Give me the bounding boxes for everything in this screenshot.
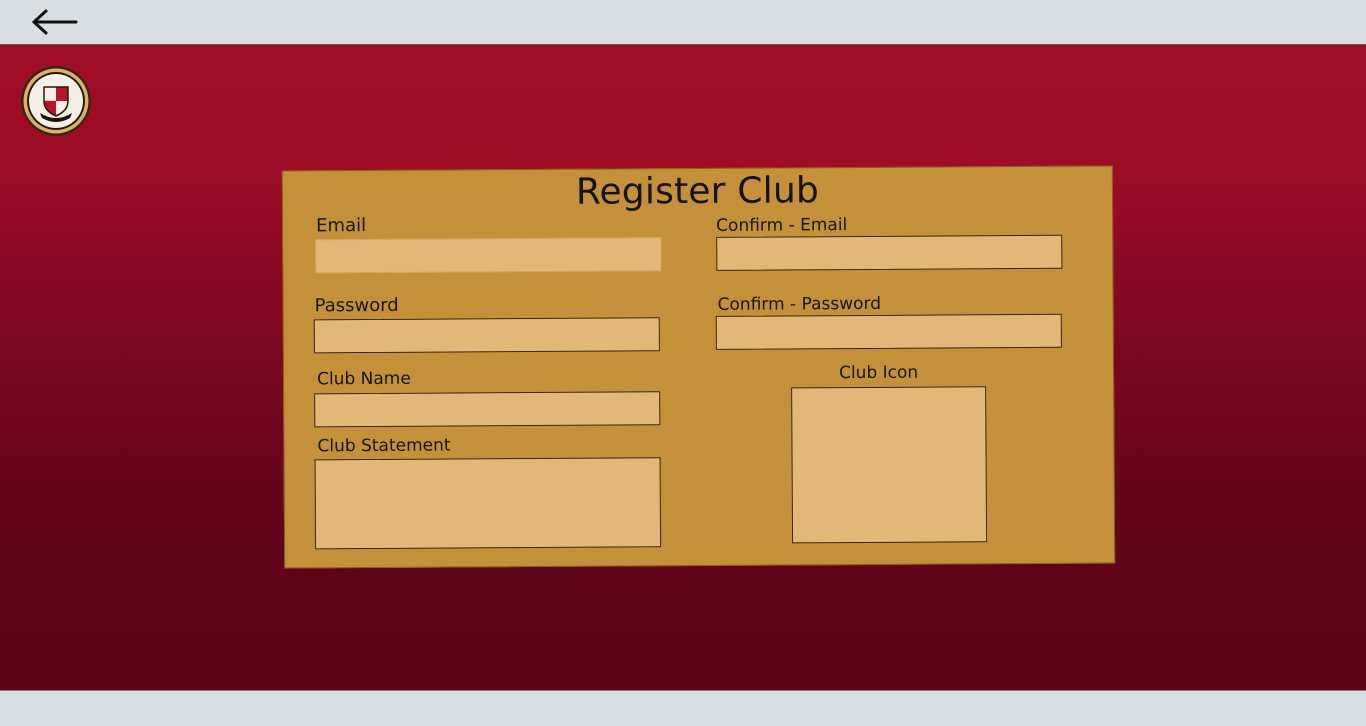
page-title: Register Club	[575, 170, 820, 213]
main-area: Register Club Email Confirm - Email Pass…	[0, 45, 1366, 690]
top-bar	[0, 0, 1366, 45]
email-label: Email	[316, 215, 367, 237]
club-statement-label: Club Statement	[317, 435, 451, 457]
password-label: Password	[314, 294, 399, 317]
back-button[interactable]	[26, 6, 82, 38]
club-name-label: Club Name	[317, 368, 411, 390]
club-name-field[interactable]	[314, 391, 661, 428]
email-field[interactable]	[315, 237, 662, 274]
confirm-password-field[interactable]	[715, 313, 1062, 350]
club-icon-label: Club Icon	[838, 362, 919, 384]
arrow-left-icon	[32, 9, 78, 35]
confirm-password-label: Confirm - Password	[717, 293, 882, 315]
bottom-bar	[0, 690, 1366, 726]
confirm-email-field[interactable]	[716, 234, 1063, 271]
register-club-card: Register Club Email Confirm - Email Pass…	[281, 165, 1116, 569]
club-statement-field[interactable]	[314, 457, 662, 550]
password-field[interactable]	[313, 317, 660, 354]
club-icon-upload[interactable]	[791, 386, 988, 544]
club-crest-icon	[21, 66, 91, 136]
confirm-email-label: Confirm - Email	[716, 215, 848, 236]
